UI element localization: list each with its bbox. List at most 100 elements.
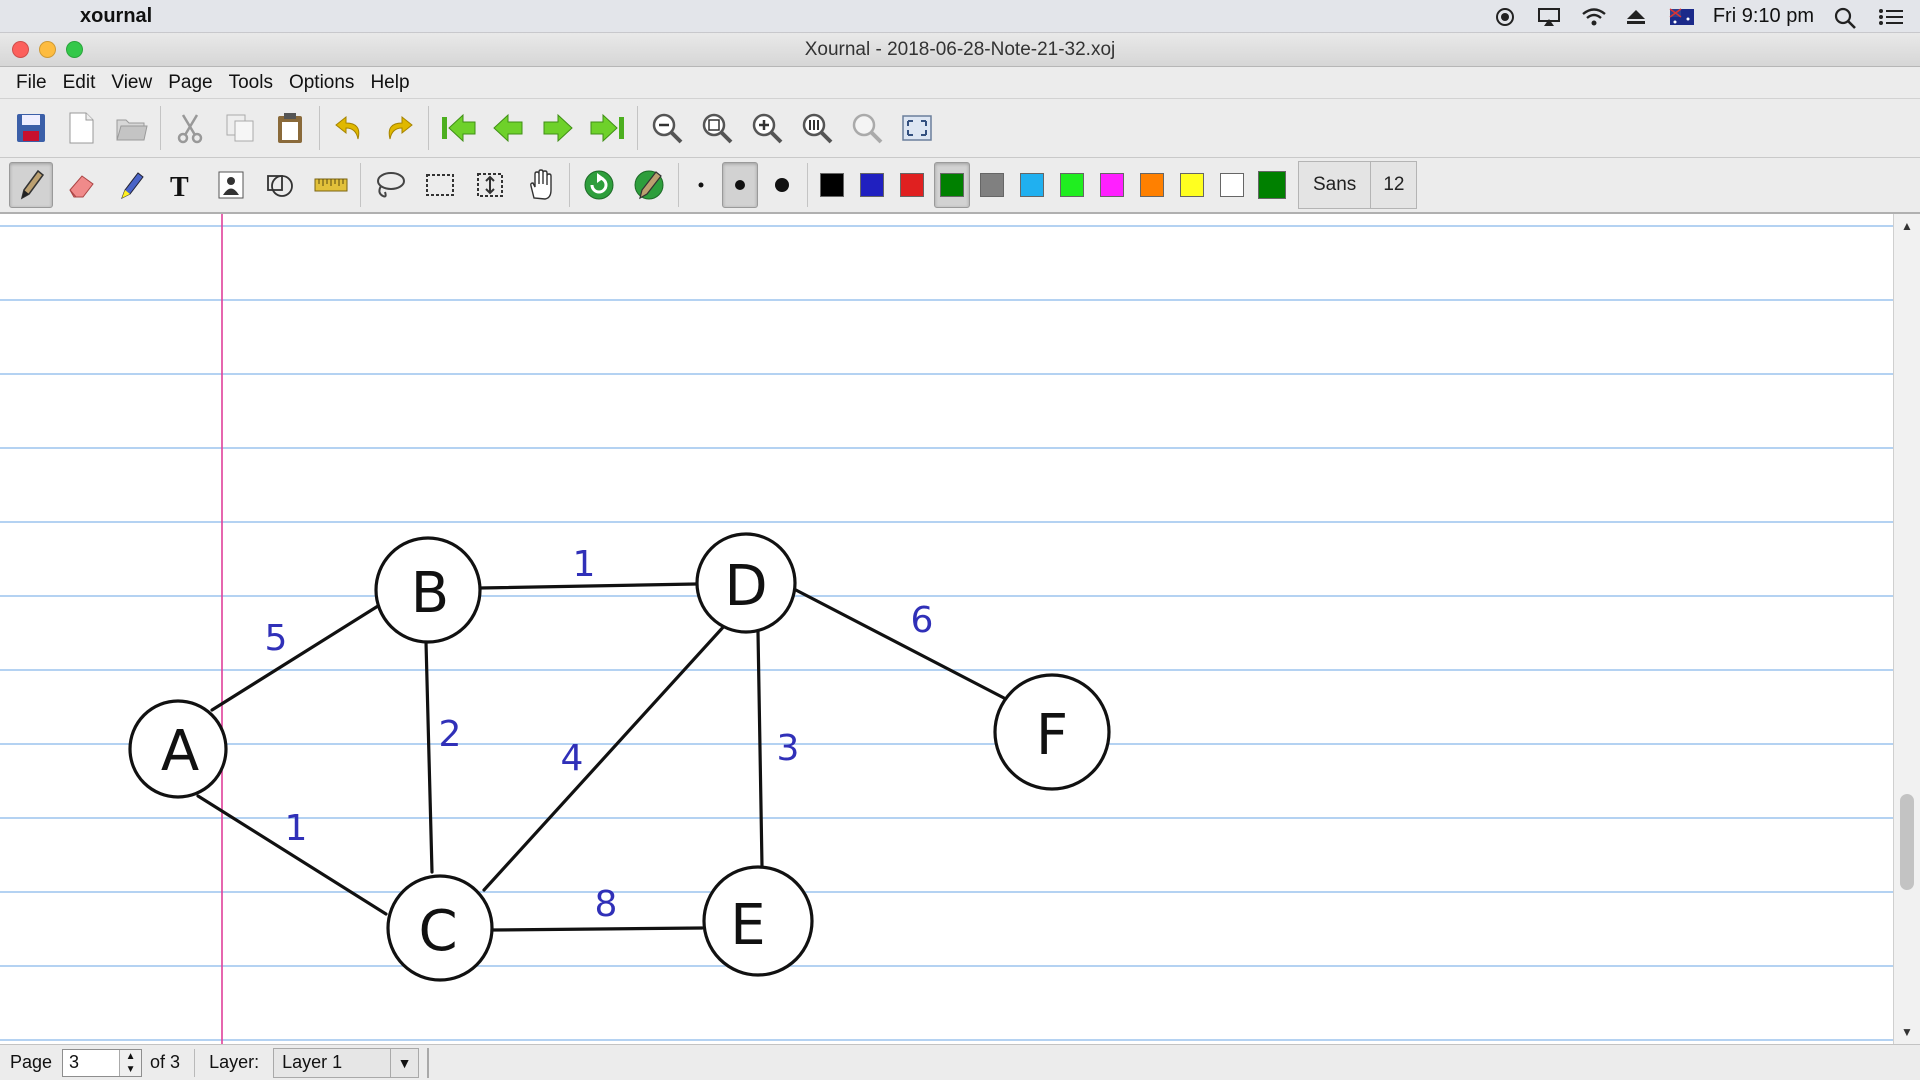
app-name-menu[interactable]: xournal [80,5,152,28]
color-white-swatch[interactable] [1214,162,1250,208]
medium-stroke-icon[interactable] [722,162,758,208]
scroll-up-arrow-icon[interactable]: ▲ [1894,216,1920,236]
minimize-window-button[interactable] [39,41,56,58]
color-light-blue-swatch[interactable] [1014,162,1050,208]
graph-node-label: B [411,561,449,626]
window-title-bar[interactable]: Xournal - 2018-06-28-Note-21-32.xoj [0,33,1920,67]
fullscreen-icon[interactable] [895,105,939,151]
rect-select-icon[interactable] [418,162,462,208]
last-page-icon[interactable] [586,105,630,151]
shape-recognizer-icon[interactable] [259,162,303,208]
scroll-down-arrow-icon[interactable]: ▼ [1894,1022,1920,1042]
page-spinner-icon[interactable]: ▲ ▼ [119,1049,142,1076]
thick-stroke-icon[interactable] [764,162,800,208]
lasso-select-icon[interactable] [368,162,412,208]
page-count-label: of 3 [150,1052,181,1072]
font-size-button[interactable]: 12 [1371,161,1418,209]
thin-stroke-icon[interactable] [686,162,716,208]
close-window-button[interactable] [12,41,29,58]
default-tool-icon[interactable] [577,162,621,208]
color-yellow-swatch[interactable] [1174,162,1210,208]
color-orange-swatch[interactable] [1134,162,1170,208]
menu-edit[interactable]: Edit [55,68,104,98]
menu-help[interactable]: Help [362,68,417,98]
current-color-button[interactable] [1254,162,1290,208]
edge-weight-label: 8 [595,884,618,925]
color-red-swatch[interactable] [894,162,930,208]
ruled-page-canvas[interactable]: A B C D E F 5 1 1 2 4 3 8 6 [0,214,1893,1044]
previous-page-icon[interactable] [486,105,530,151]
chevron-down-icon[interactable]: ▼ [390,1048,418,1077]
highlighter-tool-icon[interactable] [109,162,153,208]
graph-node-label: E [730,893,765,958]
menu-tools[interactable]: Tools [221,68,281,98]
open-folder-icon[interactable] [109,105,153,151]
airplay-icon[interactable] [1537,7,1561,27]
color-green-swatch[interactable] [934,162,970,208]
color-light-green-swatch[interactable] [1054,162,1090,208]
eject-icon[interactable] [1625,7,1649,27]
zoom-fit-page-icon[interactable] [695,105,739,151]
zoom-window-button[interactable] [66,41,83,58]
menu-file[interactable]: File [8,68,55,98]
pen-tool-icon[interactable] [9,162,53,208]
layer-select-value[interactable]: Layer 1 [282,1052,342,1073]
toolbar-separator [319,106,320,150]
image-tool-icon[interactable] [209,162,253,208]
next-page-icon[interactable] [536,105,580,151]
clock-text[interactable]: Fri 9:10 pm [1713,5,1814,28]
window-title: Xournal - 2018-06-28-Note-21-32.xoj [804,38,1116,60]
vertical-scrollbar[interactable]: ▲ ▼ [1893,214,1920,1044]
menu-page[interactable]: Page [160,68,220,98]
app-menubar: File Edit View Page Tools Options Help [0,67,1920,99]
ruler-tool-icon[interactable] [309,162,353,208]
text-tool-icon[interactable]: T [159,162,203,208]
graph-edge-d-f [790,586,1006,700]
page-label: Page [10,1052,53,1072]
graph-edge-b-c [424,640,434,874]
screen-record-icon[interactable] [1493,7,1517,27]
edge-weight-label: 3 [777,728,800,769]
layer-select[interactable]: Layer 1 ▼ [273,1047,420,1078]
copy-icon[interactable] [218,105,262,151]
save-icon[interactable] [9,105,53,151]
spotlight-search-icon[interactable] [1834,7,1858,29]
zoom-in-icon[interactable] [745,105,789,151]
edge-weight-label: 1 [285,808,308,849]
graph-node-label: C [418,899,457,964]
default-pen-icon[interactable] [627,162,671,208]
vertical-space-icon[interactable] [468,162,512,208]
edge-weight-label: 1 [573,544,596,585]
toolbar-separator [428,106,429,150]
cut-icon[interactable] [168,105,212,151]
first-page-icon[interactable] [436,105,480,151]
scrollbar-thumb[interactable] [1900,794,1914,890]
input-source-flag-icon[interactable] [1669,7,1694,27]
toolbar-separator [678,163,679,207]
paste-icon[interactable] [268,105,312,151]
zoom-width-icon[interactable] [845,105,889,151]
page-drawing[interactable]: A B C D E F 5 1 1 2 4 3 8 6 [0,214,1893,1044]
page-number-input[interactable]: 3 ▲ ▼ [62,1048,143,1077]
new-page-icon[interactable] [59,105,103,151]
font-name-button[interactable]: Sans [1298,161,1372,209]
redo-icon[interactable] [377,105,421,151]
zoom-out-icon[interactable] [645,105,689,151]
menu-options[interactable]: Options [281,68,362,98]
hand-tool-icon[interactable] [518,162,562,208]
page-number-value[interactable]: 3 [69,1052,79,1073]
toolbar-separator [160,106,161,150]
menu-view[interactable]: View [103,68,160,98]
wifi-icon[interactable] [1581,7,1606,27]
eraser-tool-icon[interactable] [59,162,103,208]
color-gray-swatch[interactable] [974,162,1010,208]
color-black-swatch[interactable] [814,162,850,208]
color-magenta-swatch[interactable] [1094,162,1130,208]
svg-text:T: T [170,172,189,202]
zoom-100-icon[interactable] [795,105,839,151]
undo-icon[interactable] [327,105,371,151]
color-blue-swatch[interactable] [854,162,890,208]
status-bar: Page 3 ▲ ▼ of 3 Layer: Layer 1 ▼ [0,1044,1920,1080]
graph-node-label: D [724,554,767,619]
notification-center-icon[interactable] [1878,7,1903,27]
